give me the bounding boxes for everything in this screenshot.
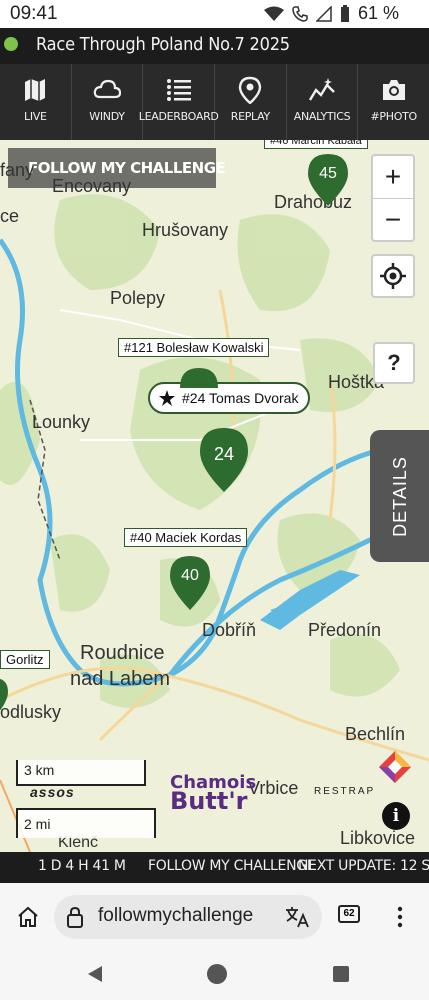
details-label: DETAILS <box>389 455 410 537</box>
nav-live-label: LIVE <box>24 110 47 123</box>
status-icons: 61 % <box>263 3 399 24</box>
nav-photo[interactable]: #PHOTO <box>358 64 429 140</box>
crosshair-icon <box>380 263 406 289</box>
restrap-logo: RESTRAP <box>314 786 376 797</box>
place-encovany: Encovany <box>52 176 132 196</box>
place-libkovice: Libkovice <box>340 828 416 848</box>
footer-bar: 1 D 4 H 41 M FOLLOW MY CHALLENGE NEXT UP… <box>0 852 429 883</box>
place-predonin: Předonín <box>308 620 382 640</box>
scale-mi: 2 mi <box>16 808 156 838</box>
place-louny: Lounky <box>32 412 91 432</box>
map-icon <box>25 79 46 101</box>
rider-label-40[interactable]: #40 Maciek Kordas <box>124 528 248 547</box>
nav-live[interactable]: LIVE <box>0 64 72 140</box>
back-icon[interactable] <box>86 964 104 984</box>
badge-label: FOLLOW MY CHALLENGE <box>28 159 226 177</box>
nav-leaderboard-label: LEADERBOARD <box>138 110 219 123</box>
status-time: 09:41 <box>10 3 58 24</box>
scale-km: 3 km <box>16 760 146 786</box>
more-menu-icon[interactable] <box>396 905 404 929</box>
live-status-dot <box>4 37 18 51</box>
url-text: followmychallenge <box>98 905 254 926</box>
rider-marker-24[interactable]: 24 <box>200 428 248 492</box>
place-bechlin: Bechlín <box>345 724 406 744</box>
system-nav-bar <box>0 950 429 1000</box>
browser-toolbar: followmychallenge 62 <box>0 883 429 950</box>
place-hrusovany: Hrušovany <box>142 220 229 240</box>
battery-level: 61 % <box>357 3 399 23</box>
nav-photo-label: #PHOTO <box>370 110 418 123</box>
rider-marker-40[interactable]: 40 <box>170 556 210 610</box>
cloud-icon <box>93 79 121 99</box>
nav-replay-label: REPLAY <box>230 110 271 123</box>
chamois-buttr-logo: Chamois Butt'r <box>170 774 256 815</box>
rider-marker-121[interactable] <box>180 368 218 388</box>
assos-logo: assos <box>30 784 75 800</box>
rider-marker-partial[interactable] <box>0 678 8 718</box>
zoom-control: + − <box>371 154 415 242</box>
nav-windy-label: WINDY <box>89 110 125 123</box>
rider-label-121[interactable]: #121 Bolesław Kowalski <box>118 338 270 357</box>
rider-marker-45[interactable]: 45 <box>308 154 348 206</box>
tabs-count-button[interactable]: 62 <box>338 905 360 923</box>
signal-icon <box>315 5 332 22</box>
gem-logo-icon <box>379 751 411 783</box>
recents-icon[interactable] <box>332 965 350 983</box>
place-polepy: Polepy <box>110 288 166 308</box>
home-icon[interactable] <box>16 905 40 929</box>
wifi-icon <box>263 6 284 21</box>
next-update: NEXT UPDATE: 12 SEC <box>298 858 429 874</box>
chamois-logo-line2: Butt'r <box>170 787 248 815</box>
call-icon <box>292 5 308 22</box>
scale-mi-label: 2 mi <box>24 816 51 832</box>
marker-40-number: 40 <box>181 567 199 584</box>
rider-label-24-highlighted[interactable]: #24 Tomas Dvorak <box>148 382 311 414</box>
rider-label-24-text: #24 Tomas Dvorak <box>182 390 299 406</box>
nav-analytics-label: ANALYTICS <box>293 110 351 123</box>
scale-km-label: 3 km <box>24 762 55 778</box>
rider-label-gorlitz[interactable]: Gorlitz <box>0 650 50 669</box>
place-fany: fany <box>0 160 35 180</box>
footer-brand[interactable]: FOLLOW MY CHALLENGE <box>148 858 316 874</box>
place-roudnice: Roudnice <box>80 642 165 664</box>
page-title: Race Through Poland No.7 2025 <box>36 34 290 55</box>
map-view[interactable]: FOLLOW MY CHALLENGE fany Encovany ce Dra… <box>0 140 429 852</box>
nav-analytics[interactable]: ANALYTICS <box>287 64 359 140</box>
zoom-out-button[interactable]: − <box>373 198 413 240</box>
info-button[interactable]: i <box>382 802 410 830</box>
place-ce: ce <box>0 206 20 226</box>
address-bar[interactable]: followmychallenge <box>54 895 322 939</box>
details-tab[interactable]: DETAILS <box>370 430 429 562</box>
map-terrain <box>0 194 429 852</box>
main-nav: LIVE WINDY LEADERBOARD REPLAY ANALYTICS … <box>0 64 429 140</box>
nav-replay[interactable]: REPLAY <box>215 64 287 140</box>
replay-icon <box>239 76 262 104</box>
zoom-in-button[interactable]: + <box>373 156 413 198</box>
home-button-icon[interactable] <box>206 963 228 985</box>
marker-24-number: 24 <box>213 444 235 464</box>
place-odlusky: odlusky <box>0 702 62 722</box>
analytics-icon <box>308 78 335 101</box>
status-bar: 09:41 61 % <box>0 0 429 28</box>
place-dobrin: Dobříň <box>202 620 257 640</box>
elapsed-time: 1 D 4 H 41 M <box>38 858 126 874</box>
marker-45-number: 45 <box>319 165 337 182</box>
star-icon <box>159 390 175 406</box>
rider-label-46[interactable]: #46 Marcin Kabała <box>264 140 368 149</box>
translate-icon[interactable] <box>284 905 310 929</box>
title-bar: Race Through Poland No.7 2025 <box>0 28 429 64</box>
camera-icon <box>382 80 405 100</box>
nav-windy[interactable]: WINDY <box>72 64 144 140</box>
nav-leaderboard[interactable]: LEADERBOARD <box>139 64 219 140</box>
place-nad-labem: nad Labem <box>70 668 171 690</box>
locate-button[interactable] <box>371 254 415 298</box>
list-icon <box>166 79 191 101</box>
help-button[interactable]: ? <box>373 342 415 384</box>
lock-icon[interactable] <box>66 906 84 928</box>
battery-icon <box>340 4 349 22</box>
